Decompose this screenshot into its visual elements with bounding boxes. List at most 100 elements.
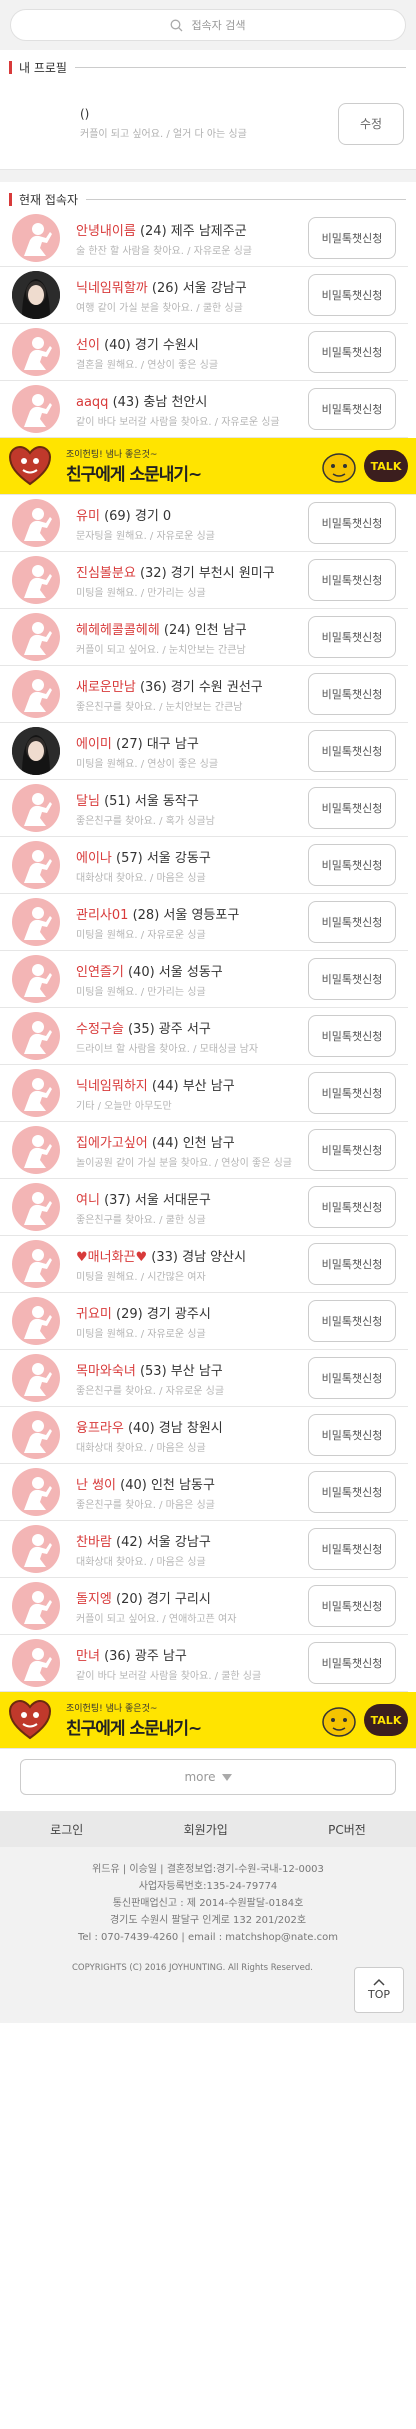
user-row[interactable]: 인연즐기 (40) 서울 성동구 미팅을 원해요. / 만가리는 싱글 비밀톡챗신청 (0, 951, 408, 1008)
secret-chat-button[interactable]: 비밀톡챗신청 (308, 217, 396, 259)
user-nickname[interactable]: 수정구슬 (76, 1022, 124, 1037)
avatar[interactable] (12, 1012, 60, 1060)
edit-profile-button[interactable]: 수정 (338, 102, 404, 145)
kakao-share-banner[interactable]: 조이헌팅! 냄나 좋은것~ 친구에게 소문내기~ TALK (0, 1692, 416, 1749)
avatar[interactable] (12, 1468, 60, 1516)
secret-chat-button[interactable]: 비밀톡챗신청 (308, 616, 396, 658)
secret-chat-button[interactable]: 비밀톡챗신청 (308, 1585, 396, 1627)
secret-chat-button[interactable]: 비밀톡챗신청 (308, 958, 396, 1000)
secret-chat-button[interactable]: 비밀톡챗신청 (308, 388, 396, 430)
avatar[interactable] (12, 955, 60, 1003)
user-nickname[interactable]: 진심볼분요 (76, 566, 136, 581)
user-nickname[interactable]: aaqq (76, 395, 108, 410)
user-row[interactable]: 돌지엥 (20) 경기 구리시 커플이 되고 싶어요. / 연애하고픈 여자 비밀톡… (0, 1578, 408, 1635)
user-nickname[interactable]: 새로운만남 (76, 680, 136, 695)
avatar[interactable] (12, 214, 60, 262)
user-nickname[interactable]: 귀요미 (76, 1307, 112, 1322)
secret-chat-button[interactable]: 비밀톡챗신청 (308, 274, 396, 316)
secret-chat-button[interactable]: 비밀톡챗신청 (308, 1300, 396, 1342)
user-nickname[interactable]: 달님 (76, 794, 100, 809)
secret-chat-button[interactable]: 비밀톡챗신청 (308, 673, 396, 715)
user-nickname[interactable]: 에이나 (76, 851, 112, 866)
user-nickname[interactable]: 선이 (76, 338, 100, 353)
user-nickname[interactable]: 집에가고싶어 (76, 1136, 148, 1151)
avatar[interactable] (12, 1354, 60, 1402)
avatar[interactable] (12, 1126, 60, 1174)
user-row[interactable]: 목마와숙녀 (53) 부산 남구 좋은친구를 찾아요. / 자유로운 싱글 비밀톡챗… (0, 1350, 408, 1407)
user-nickname[interactable]: 닉네임뭐할까 (76, 281, 148, 296)
join-link[interactable]: 회원가입 (184, 1821, 228, 1838)
secret-chat-button[interactable]: 비밀톡챗신청 (308, 1243, 396, 1285)
secret-chat-button[interactable]: 비밀톡챗신청 (308, 901, 396, 943)
user-row[interactable]: 난 썽이 (40) 인천 남동구 좋은친구를 찾아요. / 마음은 싱글 비밀톡챗신… (0, 1464, 408, 1521)
more-button[interactable]: more (20, 1759, 396, 1795)
user-nickname[interactable]: 난 썽이 (76, 1478, 116, 1493)
user-row[interactable]: 에이나 (57) 서울 강동구 대화상대 찾아요. / 마음은 싱글 비밀톡챗신청 (0, 837, 408, 894)
user-nickname[interactable]: 찬바람 (76, 1535, 112, 1550)
top-button[interactable]: TOP (354, 1967, 404, 2013)
secret-chat-button[interactable]: 비밀톡챗신청 (308, 1129, 396, 1171)
avatar[interactable] (12, 1525, 60, 1573)
user-row[interactable]: 선이 (40) 경기 수원시 결혼을 원해요. / 연상이 좋은 싱글 비밀톡챗신청 (0, 324, 408, 381)
secret-chat-button[interactable]: 비밀톡챗신청 (308, 1015, 396, 1057)
user-row[interactable]: 유미 (69) 경기 0 문자팅을 원해요. / 자유로운 싱글 비밀톡챗신청 (0, 495, 408, 552)
avatar[interactable] (12, 1582, 60, 1630)
user-nickname[interactable]: 에이미 (76, 737, 112, 752)
avatar[interactable] (12, 556, 60, 604)
avatar[interactable] (12, 784, 60, 832)
search-input[interactable]: 접속자 검색 (10, 9, 406, 41)
user-nickname[interactable]: 목마와숙녀 (76, 1364, 136, 1379)
user-nickname[interactable]: 돌지엥 (76, 1592, 112, 1607)
user-nickname[interactable]: 만녀 (76, 1649, 100, 1664)
user-nickname[interactable]: 헤헤헤콜콜헤헤 (76, 623, 160, 638)
user-nickname[interactable]: 인연즐기 (76, 965, 124, 980)
user-row[interactable]: 관리사01 (28) 서울 영등포구 미팅을 원해요. / 자유로운 싱글 비밀톡챗… (0, 894, 408, 951)
avatar[interactable] (12, 271, 60, 319)
user-row[interactable]: 닉네임뭐할까 (26) 서울 강남구 여행 같이 가실 분을 찾아요. / 쿨한 … (0, 267, 408, 324)
user-nickname[interactable]: 여니 (76, 1193, 100, 1208)
user-row[interactable]: 만녀 (36) 광주 남구 같이 바다 보러갈 사람을 찾아요. / 쿨한 싱글 비… (0, 1635, 408, 1692)
secret-chat-button[interactable]: 비밀톡챗신청 (308, 1357, 396, 1399)
avatar[interactable] (12, 499, 60, 547)
avatar[interactable] (12, 1240, 60, 1288)
secret-chat-button[interactable]: 비밀톡챗신청 (308, 1471, 396, 1513)
user-nickname[interactable]: 안녕내이름 (76, 224, 136, 239)
user-row[interactable]: aaqq (43) 충남 천안시 같이 바다 보러갈 사람을 찾아요. / 자유로… (0, 381, 408, 438)
user-row[interactable]: 집에가고싶어 (44) 인천 남구 놀이공원 같이 가실 분을 찾아요. / 연상… (0, 1122, 408, 1179)
user-row[interactable]: 융프라우 (40) 경남 창원시 대화상대 찾아요. / 마음은 싱글 비밀톡챗신청 (0, 1407, 408, 1464)
user-row[interactable]: 에이미 (27) 대구 남구 미팅을 원해요. / 연상이 좋은 싱글 비밀톡챗신청 (0, 723, 408, 780)
avatar[interactable] (12, 1297, 60, 1345)
user-row[interactable]: 안녕내이름 (24) 제주 남제주군 술 한잔 할 사람을 찾아요. / 자유로운… (0, 210, 408, 267)
user-row[interactable]: ♥매너화끈♥ (33) 경남 양산시 미팅을 원해요. / 시간많은 여자 비밀톡챗… (0, 1236, 408, 1293)
user-row[interactable]: 여니 (37) 서울 서대문구 좋은친구를 찾아요. / 쿨한 싱글 비밀톡챗신청 (0, 1179, 408, 1236)
user-row[interactable]: 새로운만남 (36) 경기 수원 권선구 좋은친구를 찾아요. / 눈치안보는 간… (0, 666, 408, 723)
secret-chat-button[interactable]: 비밀톡챗신청 (308, 844, 396, 886)
secret-chat-button[interactable]: 비밀톡챗신청 (308, 559, 396, 601)
pc-version-link[interactable]: PC버전 (328, 1821, 366, 1838)
secret-chat-button[interactable]: 비밀톡챗신청 (308, 331, 396, 373)
user-row[interactable]: 수정구슬 (35) 광주 서구 드라이브 할 사람을 찾아요. / 모태싱글 남자… (0, 1008, 408, 1065)
secret-chat-button[interactable]: 비밀톡챗신청 (308, 1642, 396, 1684)
login-link[interactable]: 로그인 (50, 1821, 83, 1838)
avatar[interactable] (12, 1639, 60, 1687)
user-nickname[interactable]: 유미 (76, 509, 100, 524)
user-nickname[interactable]: 닉네임뭐하지 (76, 1079, 148, 1094)
user-row[interactable]: 닉네임뭐하지 (44) 부산 남구 기타 / 오늘만 아무도만 비밀톡챗신청 (0, 1065, 408, 1122)
avatar[interactable] (12, 670, 60, 718)
user-row[interactable]: 귀요미 (29) 경기 광주시 미팅을 원해요. / 자유로운 싱글 비밀톡챗신청 (0, 1293, 408, 1350)
avatar[interactable] (12, 727, 60, 775)
avatar[interactable] (12, 1411, 60, 1459)
user-row[interactable]: 헤헤헤콜콜헤헤 (24) 인천 남구 커플이 되고 싶어요. / 눈치안보는 간큰… (0, 609, 408, 666)
avatar[interactable] (12, 1183, 60, 1231)
avatar[interactable] (12, 1069, 60, 1117)
user-row[interactable]: 진심볼분요 (32) 경기 부천시 원미구 미팅을 원해요. / 만가리는 싱글 비… (0, 552, 408, 609)
user-nickname[interactable]: 관리사01 (76, 908, 128, 923)
secret-chat-button[interactable]: 비밀톡챗신청 (308, 787, 396, 829)
avatar[interactable] (12, 328, 60, 376)
secret-chat-button[interactable]: 비밀톡챗신청 (308, 1186, 396, 1228)
avatar[interactable] (12, 385, 60, 433)
avatar[interactable] (12, 841, 60, 889)
secret-chat-button[interactable]: 비밀톡챗신청 (308, 730, 396, 772)
kakao-share-banner[interactable]: 조이헌팅! 냄나 좋은것~ 친구에게 소문내기~ TALK (0, 438, 416, 495)
secret-chat-button[interactable]: 비밀톡챗신청 (308, 1528, 396, 1570)
